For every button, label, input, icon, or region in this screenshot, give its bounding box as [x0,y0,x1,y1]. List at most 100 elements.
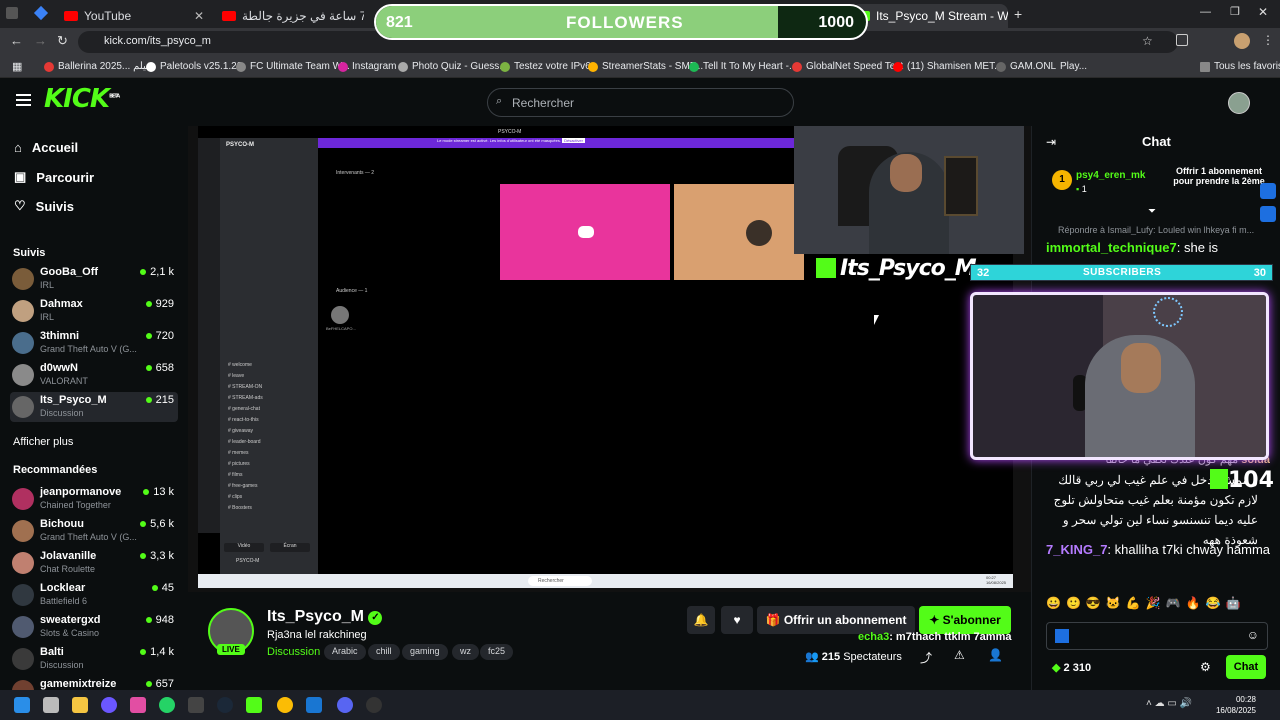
bookmark-item[interactable]: GlobalNet Speed Test [792,61,903,72]
add-user-icon[interactable]: 👤 [988,648,1003,662]
streamer-name[interactable]: Its_Psyco_M ✓ [267,608,383,626]
gift-user[interactable]: psy4_eren_mk [1076,170,1146,181]
taskbar-clock[interactable]: 00:28 16/08/2025 [1216,694,1256,716]
back-icon[interactable]: ← [10,33,23,48]
stream-category[interactable]: Discussion [267,646,320,658]
whatsapp-icon[interactable] [159,697,175,713]
sidebar-channel-3thimni[interactable]: 3thimni Grand Theft Auto V (G... 720 [10,328,178,358]
bookmark-item[interactable]: Ballerina 2025... فيلم [44,61,151,72]
bookmark-item[interactable]: GAM.ONL [996,61,1056,72]
apps-icon[interactable]: ▦ [12,60,22,73]
tab-youtube[interactable]: YouTube ✕ [56,4,212,28]
bookmark-item[interactable]: FC Ultimate Team W... [236,61,350,72]
hamburger-menu-icon[interactable] [16,94,31,106]
sidebar-channel-dahmax[interactable]: Dahmax IRL 929 [10,296,178,326]
tag-chip[interactable]: wz [452,644,479,660]
app-icon[interactable] [188,697,204,713]
kick-logo[interactable]: KICKBETA [44,84,120,114]
verified-icon: ✓ [368,611,383,625]
bookmark-item[interactable]: (11) Shamisen MET... [893,61,1002,72]
tag-chip[interactable]: gaming [402,644,448,660]
sidebar-channel-its_psyco_m[interactable]: Its_Psyco_M Discussion 215 [10,392,178,422]
mod-icon[interactable] [1260,183,1276,199]
sidebar-channel-gooba_off[interactable]: GooBa_Off IRL 2,1 k [10,264,178,294]
pinned-tab-icon[interactable] [33,5,49,21]
notification-bell-button[interactable]: 🔔 [687,606,715,634]
task-view-icon[interactable] [43,697,59,713]
chrome-menu-icon[interactable] [6,7,18,19]
sidebar-channel-d0wwn[interactable]: d0wwN VALORANT 658 [10,360,178,390]
profile-avatar[interactable] [1234,33,1250,49]
obs-icon[interactable] [366,697,382,713]
app-icon[interactable] [101,697,117,713]
app-icon[interactable] [306,697,322,713]
tag-chip[interactable]: Arabic [324,644,366,660]
nav-following[interactable]: ♡ Suivis [14,198,74,214]
app-icon[interactable] [246,697,262,713]
close-icon[interactable]: ✕ [194,9,204,23]
tag-chip[interactable]: chill [368,644,400,660]
sidebar-channel-jolavanille[interactable]: Jolavanille Chat Roulette 3,3 k [10,548,178,578]
new-tab-button[interactable]: + [1014,6,1022,22]
discord-icon[interactable] [337,697,353,713]
reload-icon[interactable]: ↻ [57,33,68,49]
bookmark-item[interactable]: Paletools v25.1.23 [146,61,242,72]
extensions-icon[interactable] [1176,34,1188,46]
share-icon[interactable]: ⤴ [920,649,932,666]
bookmark-item[interactable]: Photo Quiz - Guess... [398,61,508,72]
bookmark-star-icon[interactable]: ☆ [1142,34,1153,48]
emoji-icon[interactable]: ☺ [1247,628,1259,642]
sidebar-channel-bichouu[interactable]: Bichouu Grand Theft Auto V (G... 5,6 k [10,516,178,546]
close-window-button[interactable]: ✕ [1258,5,1268,19]
channel-name: GooBa_Off [40,266,99,278]
file-explorer-icon[interactable] [72,697,88,713]
tab-arabic-video[interactable]: تحدي 72 ساعة في جزيرة جالطة [214,4,364,28]
chrome-icon[interactable] [277,697,293,713]
channel-points[interactable]: ◆ 2 310 [1052,661,1091,674]
tab-kick-stream[interactable]: Its_Psyco_M Stream - Watc ✕ [852,4,1008,28]
minimize-button[interactable]: — [1200,6,1211,18]
channel-avatar [12,268,34,290]
translate-icon[interactable] [1260,206,1276,222]
mouse-cursor [874,315,879,325]
live-dot-icon [140,649,147,655]
bookmark-item[interactable]: Instagram [338,61,396,72]
sidebar-channel-locklear[interactable]: Locklear Battlefield 6 45 [10,580,178,610]
gift-subscription-button[interactable]: 🎁 Offrir un abonnement [757,606,915,634]
follow-heart-button[interactable]: ♥ [721,606,753,634]
windows-start-icon[interactable] [14,697,30,713]
tag-chip[interactable]: fc25 [480,644,514,660]
bookmark-item[interactable]: StreamerStats - SMF... [588,61,703,72]
sidebar-channel-gamemixtreize[interactable]: gamemixtreize 657 [10,676,178,690]
more-menu-icon[interactable]: ⋮ [1262,33,1274,47]
subscribe-button[interactable]: ✦ S'abonner [919,606,1011,634]
all-bookmarks-folder[interactable]: Tous les favoris [1200,61,1280,72]
collapse-chat-icon[interactable]: ⇥ [1046,135,1056,149]
channel-name: sweatergxd [40,614,101,626]
chat-settings-icon[interactable]: ⚙ [1200,660,1211,674]
bookmark-item[interactable]: Testez votre IPv6. [500,61,593,72]
sidebar-channel-balti[interactable]: Balti Discussion 1,4 k [10,644,178,674]
show-more-link[interactable]: Afficher plus [13,436,73,448]
tray-icons[interactable]: ˄ ☁ ▭ 🔊 [1146,698,1192,709]
user-avatar[interactable] [1228,92,1250,114]
nav-browse[interactable]: ▣ Parcourir [14,169,94,185]
chat-input[interactable]: ☺ [1046,622,1268,650]
app-icon[interactable] [130,697,146,713]
sidebar-channel-sweatergxd[interactable]: sweatergxd Slots & Casino 948 [10,612,178,642]
maximize-button[interactable]: ❐ [1230,5,1240,18]
streamer-face [890,154,922,192]
bookmark-item[interactable]: Tell It To My Heart -... [689,61,797,72]
chat-username[interactable]: 7_KING_7 [1046,542,1107,557]
chat-send-button[interactable]: Chat [1226,655,1266,679]
chat-username[interactable]: immortal_technique7 [1046,240,1177,255]
sidebar-channel-jeanpormanove[interactable]: jeanpormanove Chained Together 13 k [10,484,178,514]
nav-home[interactable]: ⌂ Accueil [14,140,78,155]
report-icon[interactable]: ⚠ [954,648,965,662]
video-player[interactable]: Le mode streamer est activé. Les infos d… [188,126,1031,592]
forward-icon[interactable]: → [34,33,47,48]
bookmark-item[interactable]: Play... [1060,61,1087,72]
gift-cta[interactable]: Offrir 1 abonnement pour prendre la 2ème [1166,166,1272,186]
search-input[interactable]: ⌕ Rechercher [487,88,794,117]
steam-icon[interactable] [217,697,233,713]
